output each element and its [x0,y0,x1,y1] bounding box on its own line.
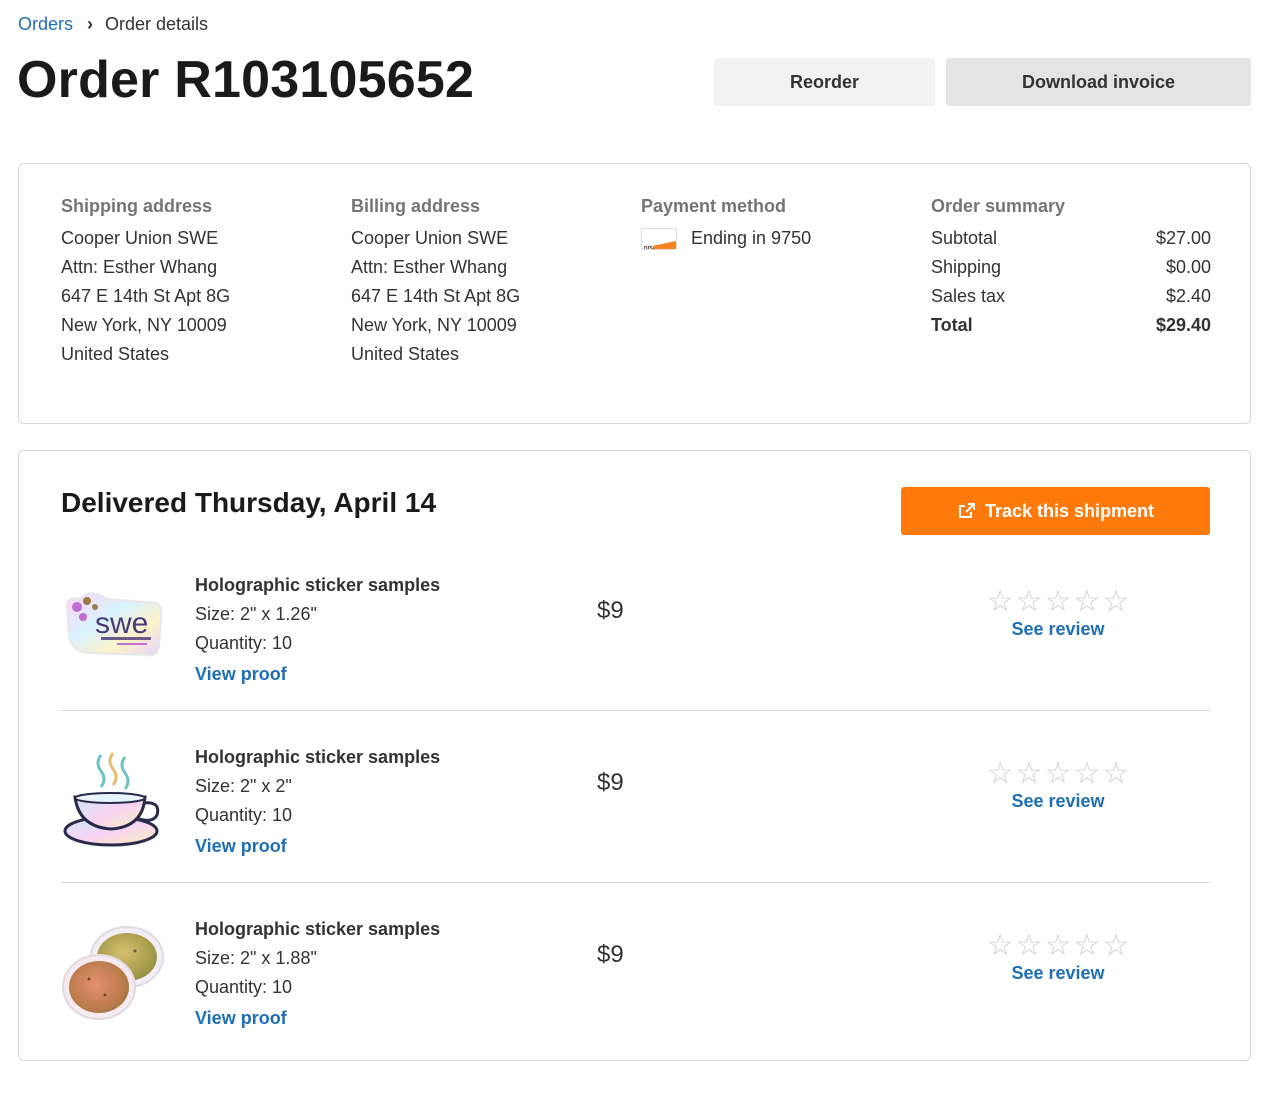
item-quantity: Quantity: 10 [195,977,293,997]
star-rating[interactable]: ☆ ☆ ☆ ☆ ☆ [983,587,1133,617]
see-review-link[interactable]: See review [1011,619,1104,640]
item-divider [61,710,1210,711]
star-icon[interactable]: ☆ [1102,931,1129,961]
breadcrumb-current: Order details [105,14,209,34]
star-icon[interactable]: ☆ [1045,931,1072,961]
discover-card-icon: DISCOVER [641,227,677,250]
item-size: Size: 2" x 1.88" [195,948,317,968]
shipment-item: swe Holographic sticker samples Size: 2"… [61,551,1210,711]
star-icon[interactable]: ☆ [1016,587,1043,617]
order-summary-heading: Order summary [931,196,1066,216]
billing-line: New York, NY 10009 [351,315,517,335]
view-proof-link[interactable]: View proof [195,660,287,689]
view-proof-link[interactable]: View proof [195,832,287,861]
shipment-item: Holographic sticker samples Size: 2" x 1… [61,895,1210,1055]
item-rating: ☆ ☆ ☆ ☆ ☆ See review [983,587,1133,640]
item-details: Holographic sticker samples Size: 2" x 2… [195,743,440,861]
see-review-link[interactable]: See review [1011,963,1104,984]
breadcrumb-orders-link[interactable]: Orders [18,14,73,35]
see-review-link[interactable]: See review [1011,791,1104,812]
star-icon[interactable]: ☆ [987,759,1014,789]
summary-value: $2.40 [1165,286,1211,306]
chevron-right-icon: › [87,14,94,34]
summary-label: Subtotal [931,228,998,248]
shipment-card: Delivered Thursday, April 14 Track this … [18,450,1251,1061]
star-rating[interactable]: ☆ ☆ ☆ ☆ ☆ [983,931,1133,961]
shipping-line: 647 E 14th St Apt 8G [61,286,231,306]
star-icon[interactable]: ☆ [1073,587,1100,617]
item-divider [61,882,1210,883]
star-icon[interactable]: ☆ [987,587,1014,617]
item-quantity: Quantity: 10 [195,805,293,825]
shipping-line: Attn: Esther Whang [61,257,218,277]
item-name: Holographic sticker samples [195,747,441,767]
summary-value: $27.00 [1155,228,1211,248]
shipping-address-heading: Shipping address [61,196,213,216]
shipping-line: New York, NY 10009 [61,315,227,335]
star-icon[interactable]: ☆ [1016,759,1043,789]
breadcrumb: Orders › Order details [18,14,208,35]
summary-label: Shipping [931,257,1002,277]
item-size: Size: 2" x 1.26" [195,604,317,624]
star-icon[interactable]: ☆ [1102,587,1129,617]
summary-value: $0.00 [1165,257,1211,277]
reorder-button[interactable]: Reorder [714,58,935,106]
item-rating: ☆ ☆ ☆ ☆ ☆ See review [983,931,1133,984]
teacup-sticker-thumbnail[interactable] [61,749,165,853]
item-name: Holographic sticker samples [195,919,441,939]
billing-address-heading: Billing address [351,196,481,216]
billing-line: Attn: Esther Whang [351,257,508,277]
payment-method: Payment method DISCOVER Ending in 9750 [641,195,811,253]
download-invoice-button[interactable]: Download invoice [946,58,1251,106]
item-size: Size: 2" x 2" [195,776,292,796]
star-icon[interactable]: ☆ [1016,931,1043,961]
potato-sticker-thumbnail[interactable] [61,921,165,1025]
billing-line: Cooper Union SWE [351,228,509,248]
star-icon[interactable]: ☆ [987,931,1014,961]
payment-row: DISCOVER Ending in 9750 [641,224,811,253]
item-rating: ☆ ☆ ☆ ☆ ☆ See review [983,759,1133,812]
payment-card-text: Ending in 9750 [691,228,812,248]
star-rating[interactable]: ☆ ☆ ☆ ☆ ☆ [983,759,1133,789]
track-shipment-label: Track this shipment [984,500,1155,521]
summary-row-total: Total $29.40 [931,311,1211,340]
item-price: $9 [597,597,624,624]
star-icon[interactable]: ☆ [1102,759,1129,789]
summary-row-subtotal: Subtotal $27.00 [931,224,1211,253]
billing-line: 647 E 14th St Apt 8G [351,286,521,306]
payment-method-heading: Payment method [641,196,787,216]
star-icon[interactable]: ☆ [1045,587,1072,617]
track-shipment-button[interactable]: Track this shipment [901,487,1210,535]
billing-line: United States [351,344,460,364]
summary-row-shipping: Shipping $0.00 [931,253,1211,282]
summary-label: Sales tax [931,286,1006,306]
item-price: $9 [597,941,624,968]
item-name: Holographic sticker samples [195,575,441,595]
external-link-icon [958,503,975,518]
star-icon[interactable]: ☆ [1073,759,1100,789]
item-quantity: Quantity: 10 [195,633,293,653]
shipment-item: Holographic sticker samples Size: 2" x 2… [61,723,1210,883]
swe-sticker-thumbnail[interactable]: swe [61,577,165,681]
order-info-card: Shipping address Cooper Union SWE Attn: … [18,163,1251,424]
shipping-address: Shipping address Cooper Union SWE Attn: … [61,195,230,369]
shipping-line: Cooper Union SWE [61,228,219,248]
item-details: Holographic sticker samples Size: 2" x 1… [195,571,440,689]
summary-row-sales-tax: Sales tax $2.40 [931,282,1211,311]
billing-address: Billing address Cooper Union SWE Attn: E… [351,195,520,369]
summary-value: $29.40 [1155,315,1211,335]
swe-sticker-logo-text: swe [95,607,148,640]
star-icon[interactable]: ☆ [1073,931,1100,961]
order-summary: Order summary Subtotal $27.00 Shipping $… [931,195,1211,340]
item-price: $9 [597,769,624,796]
shipping-line: United States [61,344,170,364]
shipment-status-title: Delivered Thursday, April 14 [61,487,437,518]
view-proof-link[interactable]: View proof [195,1004,287,1033]
summary-label: Total [931,315,973,335]
star-icon[interactable]: ☆ [1045,759,1072,789]
item-details: Holographic sticker samples Size: 2" x 1… [195,915,440,1033]
page-title: Order R103105652 [17,51,475,109]
